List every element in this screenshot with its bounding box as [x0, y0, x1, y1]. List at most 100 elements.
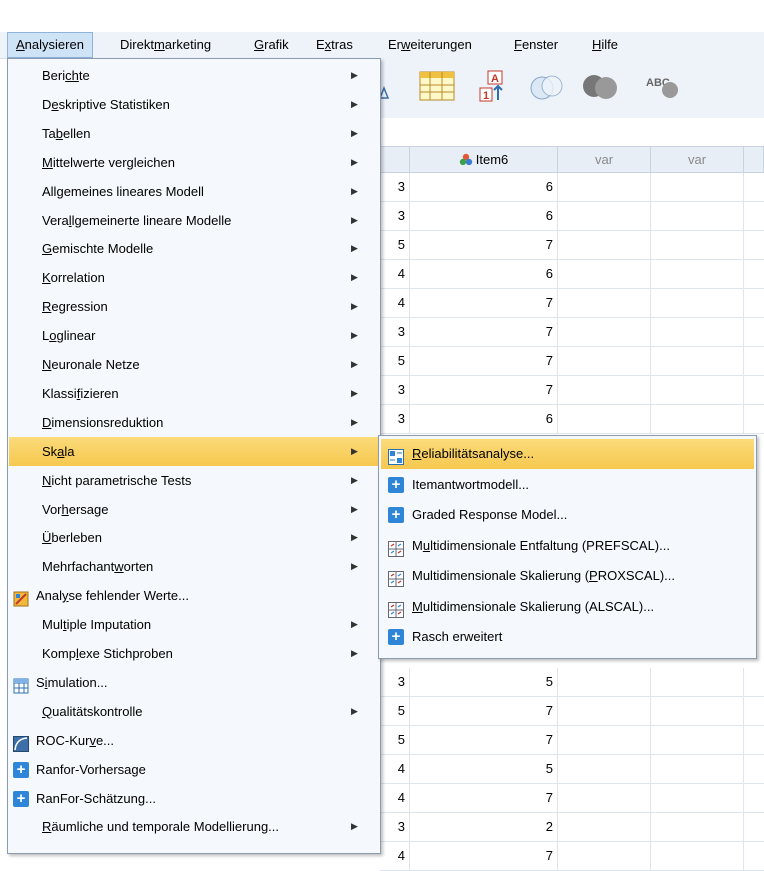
column-header-var[interactable]: var: [558, 147, 651, 173]
menu-item-neuronale-netze[interactable]: Neuronale Netze ▶: [9, 350, 379, 379]
weight-scale-icon[interactable]: [380, 68, 394, 104]
menu-item-komplexe-stichproben[interactable]: Komplexe Stichproben ▶: [9, 639, 379, 668]
var-cell[interactable]: [558, 405, 651, 433]
menu-item-vorhersage[interactable]: Vorhersage ▶: [9, 495, 379, 524]
item6-cell[interactable]: 6: [410, 405, 558, 433]
menu-item-loglinear[interactable]: Loglinear ▶: [9, 321, 379, 350]
prev-column-cell[interactable]: 3: [380, 318, 410, 346]
item6-cell[interactable]: 7: [410, 784, 558, 812]
item6-cell[interactable]: 6: [410, 260, 558, 288]
menu-item-multiple-imputation[interactable]: Multiple Imputation ▶: [9, 610, 379, 639]
prev-column-cell[interactable]: 3: [380, 202, 410, 230]
var-cell[interactable]: [651, 726, 744, 754]
column-header-var[interactable]: var: [651, 147, 744, 173]
menubar-item-direktmarketing[interactable]: Direktmarketing: [112, 32, 219, 58]
menu-item-tabellen[interactable]: Tabellen ▶: [9, 119, 379, 148]
var-cell[interactable]: [651, 260, 744, 288]
menubar-item-hilfe[interactable]: Hilfe: [584, 32, 626, 58]
var-cell[interactable]: [558, 726, 651, 754]
var-cell[interactable]: [651, 347, 744, 375]
var-cell[interactable]: [558, 231, 651, 259]
menu-item-regression[interactable]: Regression ▶: [9, 292, 379, 321]
menu-item-korrelation[interactable]: Korrelation ▶: [9, 263, 379, 292]
menubar-item-grafik[interactable]: Grafik: [246, 32, 297, 58]
item6-cell[interactable]: 7: [410, 726, 558, 754]
menubar-item-analysieren[interactable]: Analysieren: [7, 32, 93, 58]
item6-cell[interactable]: 5: [410, 668, 558, 696]
prev-column-cell[interactable]: 3: [380, 173, 410, 201]
use-variable-sets-icon[interactable]: [528, 68, 564, 104]
prev-column-cell[interactable]: 5: [380, 697, 410, 725]
var-cell[interactable]: [651, 668, 744, 696]
var-cell[interactable]: [558, 347, 651, 375]
var-cell[interactable]: [651, 376, 744, 404]
prev-column-cell[interactable]: 4: [380, 784, 410, 812]
var-cell[interactable]: [651, 173, 744, 201]
menu-item-mittelwerte-vergleichen[interactable]: Mittelwerte vergleichen ▶: [9, 148, 379, 177]
var-cell[interactable]: [558, 260, 651, 288]
spell-check-icon[interactable]: ABC: [642, 68, 688, 104]
menu-item-klassifizieren[interactable]: Klassifizieren ▶: [9, 379, 379, 408]
prev-column-cell[interactable]: 4: [380, 289, 410, 317]
var-cell[interactable]: [651, 202, 744, 230]
show-all-variables-icon[interactable]: [580, 68, 620, 104]
submenu-item-multidimensionale-entfaltung-prefscal[interactable]: Multidimensionale Entfaltung (PREFSCAL).…: [381, 531, 754, 561]
var-cell[interactable]: [651, 755, 744, 783]
var-cell[interactable]: [651, 318, 744, 346]
cell-editor-bar[interactable]: [380, 118, 764, 147]
submenu-item-multidimensionale-skalierung-proxscal[interactable]: Multidimensionale Skalierung (PROXSCAL).…: [381, 561, 754, 591]
var-cell[interactable]: [558, 842, 651, 870]
menu-item-qualitaetskontrolle[interactable]: Qualitätskontrolle ▶: [9, 697, 379, 726]
var-cell[interactable]: [558, 697, 651, 725]
prev-column-cell[interactable]: 5: [380, 231, 410, 259]
item6-cell[interactable]: 7: [410, 289, 558, 317]
var-cell[interactable]: [651, 784, 744, 812]
menu-item-gemischte-modelle[interactable]: Gemischte Modelle ▶: [9, 234, 379, 263]
var-cell[interactable]: [651, 697, 744, 725]
prev-column-cell[interactable]: 3: [380, 668, 410, 696]
menu-item-simulation[interactable]: Simulation...: [9, 668, 379, 697]
prev-column-cell[interactable]: 5: [380, 347, 410, 375]
menu-item-deskriptive-statistiken[interactable]: Deskriptive Statistiken ▶: [9, 90, 379, 119]
var-cell[interactable]: [651, 289, 744, 317]
menubar-item-extras[interactable]: Extras: [308, 32, 361, 58]
var-cell[interactable]: [651, 405, 744, 433]
item6-cell[interactable]: 2: [410, 813, 558, 841]
var-cell[interactable]: [558, 376, 651, 404]
menu-item-skala[interactable]: Skala ▶: [9, 436, 379, 466]
var-cell[interactable]: [651, 842, 744, 870]
item6-cell[interactable]: 7: [410, 376, 558, 404]
submenu-item-reliabilitaetsanalyse[interactable]: Reliabilitätsanalyse...: [381, 439, 754, 469]
menubar-item-fenster[interactable]: Fenster: [506, 32, 566, 58]
item6-cell[interactable]: 6: [410, 173, 558, 201]
var-cell[interactable]: [558, 813, 651, 841]
menu-item-nicht-parametrische-tests[interactable]: Nicht parametrische Tests ▶: [9, 466, 379, 495]
submenu-item-graded-response-model[interactable]: + Graded Response Model...: [381, 500, 754, 530]
prev-column-cell[interactable]: 4: [380, 755, 410, 783]
prev-column-cell[interactable]: 3: [380, 405, 410, 433]
item6-cell[interactable]: 7: [410, 347, 558, 375]
prev-column-cell[interactable]: 4: [380, 260, 410, 288]
submenu-item-multidimensionale-skalierung-alscal[interactable]: Multidimensionale Skalierung (ALSCAL)...: [381, 592, 754, 622]
menu-item-mehrfachantworten[interactable]: Mehrfachantworten ▶: [9, 552, 379, 581]
column-header-item6[interactable]: Item6: [410, 147, 558, 173]
submenu-item-itemantwortmodell[interactable]: + Itemantwortmodell...: [381, 470, 754, 500]
var-cell[interactable]: [558, 668, 651, 696]
menu-item-analyse-fehlender-werte[interactable]: Analyse fehlender Werte...: [9, 581, 379, 610]
var-cell[interactable]: [558, 318, 651, 346]
var-cell[interactable]: [651, 231, 744, 259]
var-cell[interactable]: [558, 755, 651, 783]
menu-item-allgemeines-lineares-modell[interactable]: Allgemeines lineares Modell ▶: [9, 177, 379, 206]
var-cell[interactable]: [558, 202, 651, 230]
submenu-item-rasch-erweitert[interactable]: + Rasch erweitert: [381, 622, 754, 652]
item6-cell[interactable]: 7: [410, 697, 558, 725]
menu-item-ueberleben[interactable]: Überleben ▶: [9, 523, 379, 552]
menu-item-roc-kurve[interactable]: ROC-Kurve...: [9, 726, 379, 755]
var-cell[interactable]: [558, 173, 651, 201]
var-cell[interactable]: [558, 784, 651, 812]
prev-column-cell[interactable]: 3: [380, 813, 410, 841]
prev-column-cell[interactable]: 3: [380, 376, 410, 404]
menu-item-raeumliche-und-temporale-modellierung[interactable]: Räumliche und temporale Modellierung... ▶: [9, 812, 379, 841]
item6-cell[interactable]: 5: [410, 755, 558, 783]
item6-cell[interactable]: 7: [410, 318, 558, 346]
